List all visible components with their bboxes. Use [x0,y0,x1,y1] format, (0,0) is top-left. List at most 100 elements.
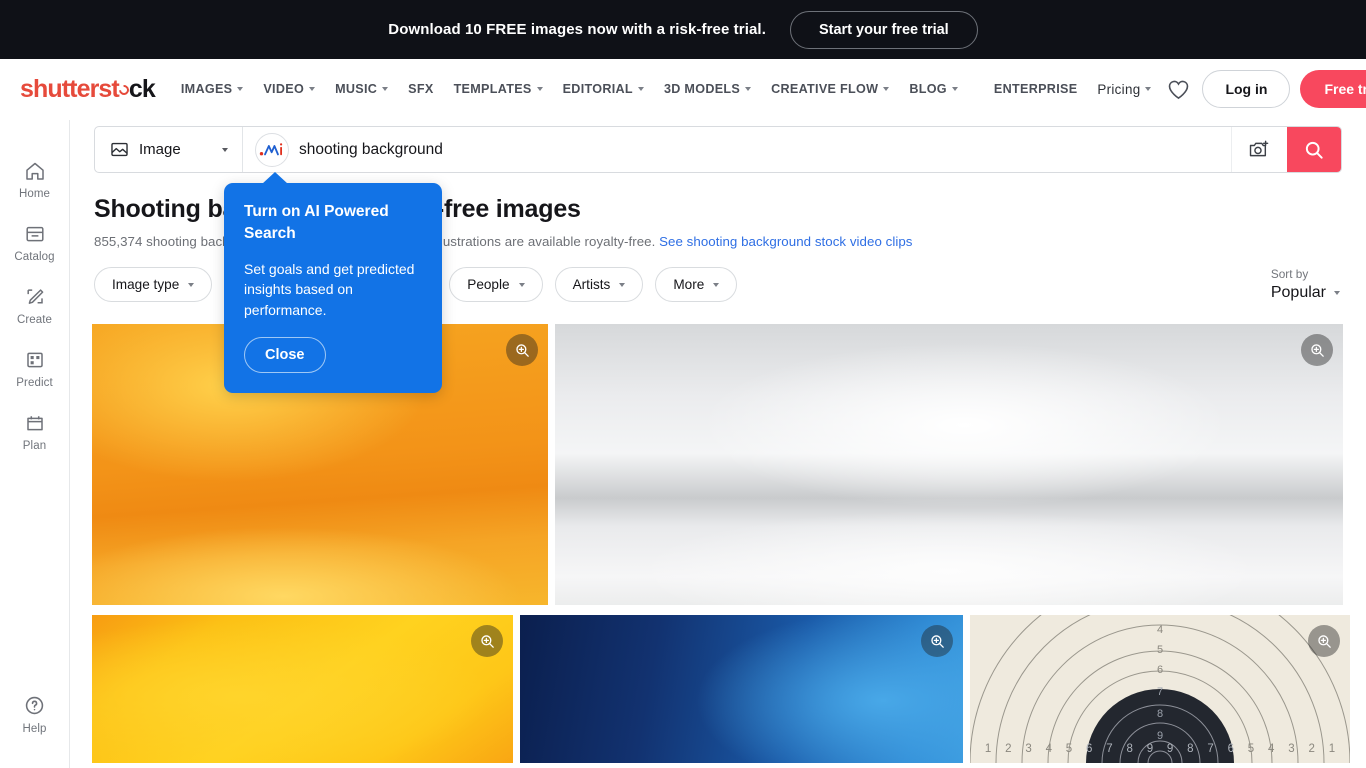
magnifier-plus-icon [1317,634,1331,648]
svg-text:4: 4 [1046,743,1053,755]
search-type-label: Image [139,141,181,158]
chevron-down-icon [382,87,389,91]
search-input[interactable] [299,127,1231,172]
sort-by-control[interactable]: Sort by Popular [1271,267,1342,302]
nav-item-label: MUSIC [335,82,378,96]
nav-item-pricing[interactable]: Pricing [1087,74,1161,105]
filter-chip-people[interactable]: People [449,267,543,302]
tile-zoom-button[interactable] [471,625,503,657]
tile-zoom-button[interactable] [921,625,953,657]
filter-chip-artists[interactable]: Artists [554,267,644,302]
nav-item-3d-models[interactable]: 3D MODELS [654,74,761,104]
svg-text:8: 8 [1126,743,1132,755]
camera-search-icon[interactable] [1231,127,1287,172]
question-circle-icon [25,696,44,715]
svg-text:1: 1 [1329,743,1335,755]
promo-text: Download 10 FREE images now with a risk-… [388,21,766,38]
nav-item-enterprise[interactable]: ENTERPRISE [984,74,1087,104]
chevron-down-icon [536,87,543,91]
svg-text:5: 5 [1248,743,1254,755]
tile-zoom-button[interactable] [506,334,538,366]
tile-image-shooting-target-bullseye: 456789123456789987654321 [970,615,1350,763]
chevron-down-icon [1145,87,1152,91]
free-trial-button[interactable]: Free trial [1300,70,1366,108]
nav-item-sfx[interactable]: SFX [398,74,443,104]
ai-badge-icon [259,143,283,156]
svg-text:4: 4 [1268,743,1275,755]
chevron-down-icon [518,282,525,287]
search-type-selector[interactable]: Image [95,127,243,172]
login-button[interactable]: Log in [1202,70,1291,108]
favorites-heart-icon[interactable] [1167,72,1190,106]
nav-item-images[interactable]: IMAGES [171,74,253,104]
sidebar-item-predict[interactable]: Predict [0,337,70,400]
nav-item-creative-flow[interactable]: CREATIVE FLOW [761,74,899,104]
ai-search-toggle[interactable] [255,132,289,167]
home-icon [25,162,44,180]
nav-item-label: CREATIVE FLOW [771,82,879,96]
tooltip-arrow [262,172,288,184]
site-header: shutterst ck IMAGES VIDEO MUSIC SFX TEMPLATES… [0,59,1366,120]
chevron-down-icon [237,87,244,91]
magnifier-plus-icon [515,343,529,357]
magnifier-plus-icon [1310,343,1324,357]
svg-text:7: 7 [1157,686,1163,698]
grid-tile-yellow-gradient-background[interactable] [92,615,513,763]
chevron-down-icon [883,87,890,91]
sort-by-value: Popular [1271,284,1340,302]
svg-text:1: 1 [985,743,991,755]
search-submit-button[interactable] [1287,127,1341,172]
nav-item-blog[interactable]: BLOG [899,74,968,104]
sidebar-label-predict: Predict [16,377,53,389]
filter-chip-label: Image type [112,277,180,292]
svg-text:9: 9 [1167,743,1173,755]
svg-text:8: 8 [1187,743,1193,755]
sidebar-item-catalog[interactable]: Catalog [0,211,70,274]
nav-item-video[interactable]: VIDEO [253,74,325,104]
grid-tile-white-studio-backdrop[interactable] [555,324,1343,605]
nav-item-label: EDITORIAL [562,82,633,96]
filter-chip-more[interactable]: More [655,267,738,302]
nav-item-label: TEMPLATES [453,82,532,96]
nav-item-editorial[interactable]: EDITORIAL [553,74,654,104]
tile-image-yellow-gradient-background [92,615,513,763]
svg-text:4: 4 [1157,624,1163,636]
nav-item-music[interactable]: MUSIC [325,74,398,104]
chevron-down-icon [713,282,720,287]
video-clips-link[interactable]: See shooting background stock video clip… [659,234,912,249]
pencil-icon [26,289,43,304]
filter-chip-label: People [467,277,510,292]
tile-image-blue-gradient-background [520,615,963,763]
chevron-down-icon [222,147,228,152]
start-free-trial-button[interactable]: Start your free trial [789,10,978,49]
sidebar-item-plan[interactable]: Plan [0,400,70,463]
tooltip-close-button[interactable]: Close [244,336,326,373]
svg-text:6: 6 [1157,664,1163,676]
grid-tile-shooting-target-bullseye[interactable]: 456789123456789987654321 [970,615,1350,763]
nav-item-label: Pricing [1097,81,1141,97]
filter-chip-image-type[interactable]: Image type [94,267,213,302]
sidebar-item-create[interactable]: Create [0,274,70,337]
image-icon [111,142,128,157]
search-bar: Image [94,126,1342,173]
svg-text:3: 3 [1025,743,1031,755]
sidebar-label-catalog: Catalog [14,251,55,263]
tile-zoom-button[interactable] [1301,334,1333,366]
magnifier-plus-icon [480,634,494,648]
predict-grid-icon [26,352,43,368]
svg-text:6: 6 [1086,743,1092,755]
sidebar-item-help[interactable]: Help [0,682,70,746]
promo-banner: Download 10 FREE images now with a risk-… [0,0,1366,59]
tile-zoom-button[interactable] [1308,625,1340,657]
nav-item-templates[interactable]: TEMPLATES [444,74,553,104]
chevron-down-icon [637,87,644,91]
chevron-down-icon [1334,291,1340,295]
svg-text:5: 5 [1066,743,1072,755]
sidebar-item-home[interactable]: Home [0,148,70,211]
grid-tile-blue-gradient-background[interactable] [520,615,963,763]
tooltip-title: Turn on AI Powered Search [244,203,389,242]
svg-text:7: 7 [1207,743,1213,755]
svg-text:8: 8 [1157,708,1163,720]
sidebar-label-home: Home [18,188,51,200]
shutterstock-logo[interactable]: shutterst ck [20,75,156,104]
